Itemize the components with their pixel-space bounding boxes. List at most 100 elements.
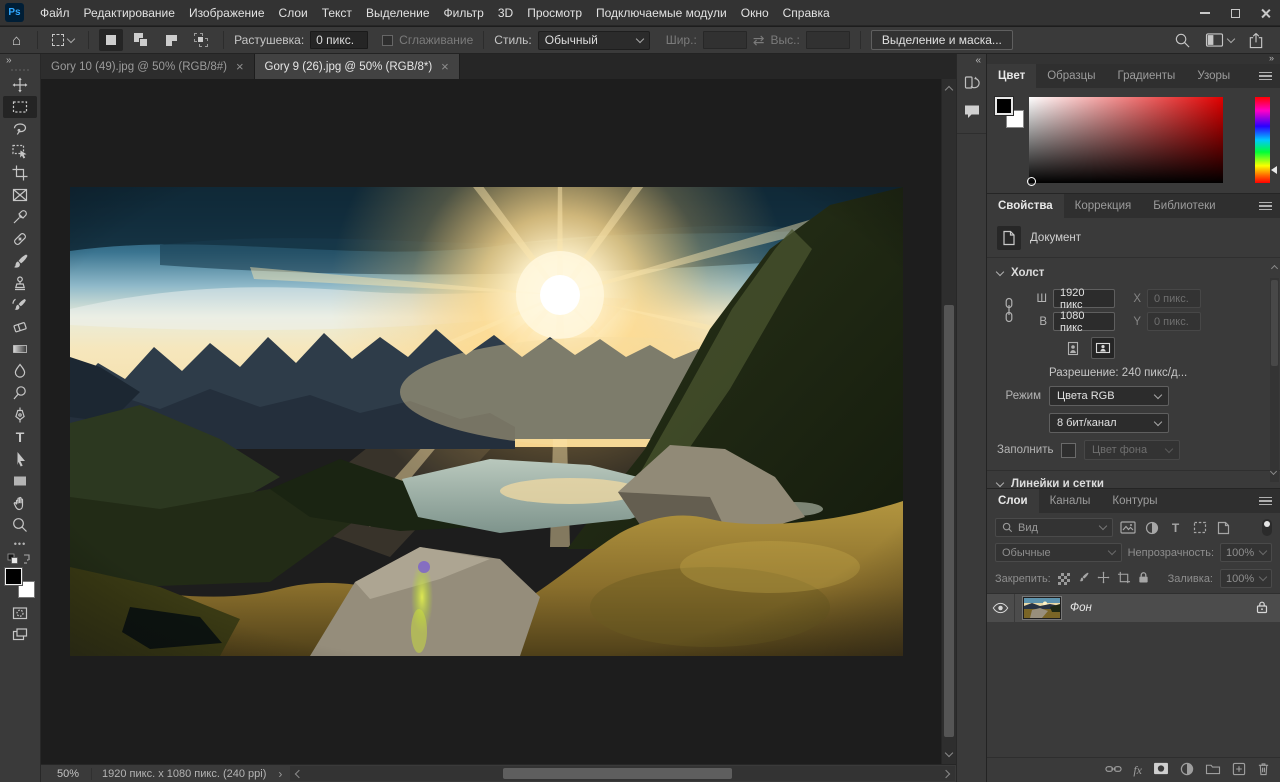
layer-visibility-toggle[interactable] — [987, 594, 1015, 622]
tab-properties[interactable]: Свойства — [987, 194, 1064, 218]
tab-patterns[interactable]: Узоры — [1186, 64, 1241, 88]
horizontal-scrollbar[interactable] — [290, 766, 955, 781]
tab-gradients[interactable]: Градиенты — [1107, 64, 1187, 88]
status-options-chevron[interactable]: › — [276, 767, 290, 781]
tab-color[interactable]: Цвет — [987, 64, 1036, 88]
search-icon[interactable] — [1174, 32, 1191, 49]
canvas-y-input[interactable]: 0 пикс. — [1147, 312, 1201, 331]
vertical-scrollbar[interactable] — [941, 79, 956, 764]
properties-scroll-thumb[interactable] — [1271, 280, 1278, 366]
panel-menu-icon[interactable] — [1259, 70, 1272, 83]
clone-stamp-tool[interactable] — [3, 272, 37, 294]
home-icon[interactable]: ⌂ — [6, 32, 27, 49]
blur-tool[interactable] — [3, 360, 37, 382]
filter-shape-layers-icon[interactable] — [1190, 519, 1209, 536]
smoothing-checkbox[interactable] — [382, 35, 393, 46]
lasso-tool[interactable] — [3, 118, 37, 140]
path-selection-tool[interactable] — [3, 448, 37, 470]
close-button[interactable] — [1250, 0, 1280, 26]
scroll-up-icon[interactable] — [945, 86, 953, 94]
frame-tool[interactable] — [3, 184, 37, 206]
scroll-down-icon[interactable] — [945, 749, 953, 757]
delete-layer-icon[interactable] — [1257, 762, 1270, 779]
width-input[interactable] — [703, 31, 747, 49]
tab-swatches[interactable]: Образцы — [1036, 64, 1106, 88]
foreground-background-swatches[interactable] — [5, 568, 35, 598]
blend-mode-select[interactable]: Обычные — [995, 543, 1122, 562]
lock-transparent-pixels-icon[interactable] — [1058, 573, 1070, 585]
height-input[interactable] — [806, 31, 850, 49]
swap-dimensions-icon[interactable]: ⇄ — [753, 32, 765, 49]
toolbar-grip[interactable] — [11, 69, 29, 71]
lock-image-pixels-icon[interactable] — [1077, 571, 1090, 587]
eraser-tool[interactable] — [3, 316, 37, 338]
horizontal-scroll-thumb[interactable] — [503, 768, 732, 779]
rectangle-tool[interactable] — [3, 470, 37, 492]
link-layers-icon[interactable] — [1105, 763, 1122, 778]
comments-panel-icon[interactable] — [959, 99, 985, 123]
foreground-color-swatch[interactable] — [5, 568, 22, 585]
color-cursor[interactable] — [1027, 177, 1036, 186]
rectangular-marquee-tool[interactable] — [3, 96, 37, 118]
layer-row-background[interactable]: Фон — [987, 594, 1280, 622]
tool-preset-button[interactable] — [48, 34, 78, 46]
menu-filter[interactable]: Фильтр — [437, 0, 491, 26]
menu-type[interactable]: Текст — [315, 0, 359, 26]
menu-layers[interactable]: Слои — [272, 0, 315, 26]
filter-smart-objects-icon[interactable] — [1214, 519, 1233, 536]
crop-tool[interactable] — [3, 162, 37, 184]
canvas-area[interactable] — [41, 79, 956, 764]
menu-select[interactable]: Выделение — [359, 0, 437, 26]
color-swatches[interactable] — [995, 97, 1023, 129]
intersect-selection-button[interactable] — [189, 29, 213, 51]
layer-thumbnail[interactable] — [1023, 597, 1061, 619]
move-tool[interactable] — [3, 74, 37, 96]
layer-filter-select[interactable]: Вид — [995, 518, 1113, 537]
minimize-button[interactable] — [1190, 0, 1220, 26]
document-tab-2[interactable]: Gory 9 (26).jpg @ 50% (RGB/8*) × — [255, 54, 460, 79]
fill-select[interactable]: 100% — [1220, 569, 1272, 588]
close-tab-icon[interactable]: × — [441, 59, 449, 74]
scroll-right-icon[interactable] — [942, 770, 950, 778]
healing-brush-tool[interactable] — [3, 228, 37, 250]
new-adjustment-layer-icon[interactable] — [1180, 762, 1194, 779]
hue-slider[interactable] — [1255, 97, 1270, 183]
quick-mask-button[interactable] — [3, 602, 37, 624]
tab-libraries[interactable]: Библиотеки — [1142, 194, 1226, 218]
pen-tool[interactable] — [3, 404, 37, 426]
dock-collapse[interactable]: » — [987, 54, 1280, 64]
filter-pixel-layers-icon[interactable] — [1118, 519, 1137, 536]
layer-name[interactable]: Фон — [1070, 602, 1092, 614]
bit-depth-select[interactable]: 8 бит/канал — [1049, 413, 1169, 433]
brush-tool[interactable] — [3, 250, 37, 272]
canvas-section-header[interactable]: Холст — [987, 258, 1280, 283]
color-mode-select[interactable]: Цвета RGB — [1049, 386, 1169, 406]
opacity-select[interactable]: 100% — [1220, 543, 1272, 562]
vertical-scroll-thumb[interactable] — [944, 305, 954, 737]
canvas-width-input[interactable]: 1920 пикс — [1053, 289, 1115, 308]
style-select[interactable]: Обычный — [538, 31, 650, 50]
toolbar-collapse[interactable]: » — [0, 54, 40, 67]
menu-3d[interactable]: 3D — [491, 0, 520, 26]
gradient-tool[interactable] — [3, 338, 37, 360]
history-brush-tool[interactable] — [3, 294, 37, 316]
edit-toolbar-button[interactable]: ••• — [3, 536, 37, 552]
fill-checkbox[interactable] — [1061, 443, 1076, 458]
share-icon[interactable] — [1248, 32, 1264, 49]
maximize-button[interactable] — [1220, 0, 1250, 26]
eyedropper-tool[interactable] — [3, 206, 37, 228]
menu-file[interactable]: Файл — [33, 0, 77, 26]
hand-tool[interactable] — [3, 492, 37, 514]
menu-view[interactable]: Просмотр — [520, 0, 589, 26]
dock-expand[interactable]: « — [957, 54, 986, 67]
panel-menu-icon[interactable] — [1259, 200, 1272, 213]
panel-menu-icon[interactable] — [1259, 495, 1272, 508]
document-tab-1[interactable]: Gory 10 (49).jpg @ 50% (RGB/8#) × — [41, 54, 255, 79]
new-layer-icon[interactable] — [1232, 762, 1246, 779]
scroll-left-icon[interactable] — [295, 770, 303, 778]
landscape-orientation-button[interactable] — [1091, 337, 1115, 359]
hue-slider-marker[interactable] — [1271, 166, 1277, 174]
filter-type-layers-icon[interactable]: T — [1166, 519, 1185, 536]
layer-effects-icon[interactable]: fx — [1133, 763, 1142, 778]
saturation-field[interactable] — [1029, 97, 1223, 183]
